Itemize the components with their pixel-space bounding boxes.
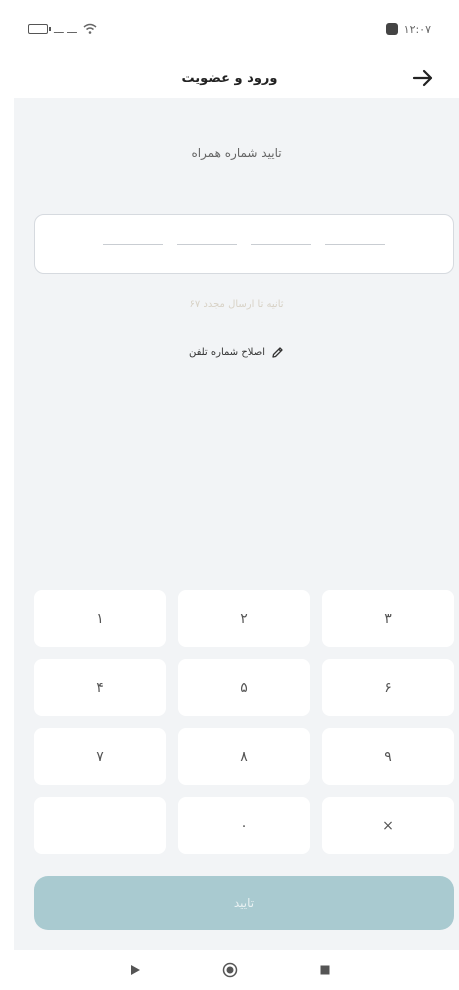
key-1[interactable]: ۱ xyxy=(34,590,166,647)
otp-digit-slot xyxy=(103,243,163,245)
key-2[interactable]: ۲ xyxy=(178,590,310,647)
nav-back-button[interactable] xyxy=(125,960,145,980)
key-3[interactable]: ۳ xyxy=(322,590,454,647)
circle-home-icon xyxy=(222,962,237,978)
status-left-text: ـــ ـــ xyxy=(54,22,77,36)
edit-phone-label: اصلاح شماره تلفن xyxy=(188,347,266,358)
otp-input[interactable] xyxy=(34,214,454,274)
nav-recents-button[interactable] xyxy=(315,960,335,980)
status-bar: ـــ ـــ ۱۲:۰۷ xyxy=(0,0,459,58)
resend-countdown: ۶۷ ثانیه تا ارسال مجدد xyxy=(189,299,284,310)
edit-phone-link[interactable]: اصلاح شماره تلفن xyxy=(14,346,459,359)
key-5[interactable]: ۵ xyxy=(178,659,310,716)
back-button[interactable] xyxy=(409,64,437,92)
battery-icon xyxy=(28,24,51,34)
key-6[interactable]: ۶ xyxy=(322,659,454,716)
app-header: ورود و عضویت xyxy=(0,58,459,98)
otp-digit-slot xyxy=(325,243,385,245)
square-recents-icon xyxy=(320,965,329,975)
otp-digit-slot xyxy=(251,243,311,245)
status-time: ۱۲:۰۷ xyxy=(403,22,431,36)
confirm-button[interactable]: تایید xyxy=(34,876,454,930)
main-content: تایید شماره همراه ۶۷ ثانیه تا ارسال مجدد… xyxy=(14,98,459,950)
key-4[interactable]: ۴ xyxy=(34,659,166,716)
notification-icon xyxy=(385,23,398,35)
status-right: ۱۲:۰۷ xyxy=(385,22,431,36)
key-backspace[interactable]: × xyxy=(322,797,454,854)
arrow-right-icon xyxy=(412,69,433,87)
pencil-icon xyxy=(272,347,283,358)
key-9[interactable]: ۹ xyxy=(322,728,454,785)
system-nav-bar xyxy=(0,950,459,990)
key-7[interactable]: ۷ xyxy=(34,728,166,785)
otp-digit-slot xyxy=(177,243,237,245)
key-0[interactable]: ۰ xyxy=(178,797,310,854)
confirm-phone-title: تایید شماره همراه xyxy=(191,146,282,160)
wifi-icon xyxy=(83,23,97,34)
triangle-back-icon xyxy=(130,965,140,975)
status-left: ـــ ـــ xyxy=(28,23,97,36)
page-title: ورود و عضویت xyxy=(181,70,278,86)
numeric-keypad: ۱ ۲ ۳ ۴ ۵ ۶ ۷ ۸ ۹ ۰ × xyxy=(34,590,454,854)
key-empty xyxy=(34,797,166,854)
nav-home-button[interactable] xyxy=(220,960,240,980)
key-8[interactable]: ۸ xyxy=(178,728,310,785)
